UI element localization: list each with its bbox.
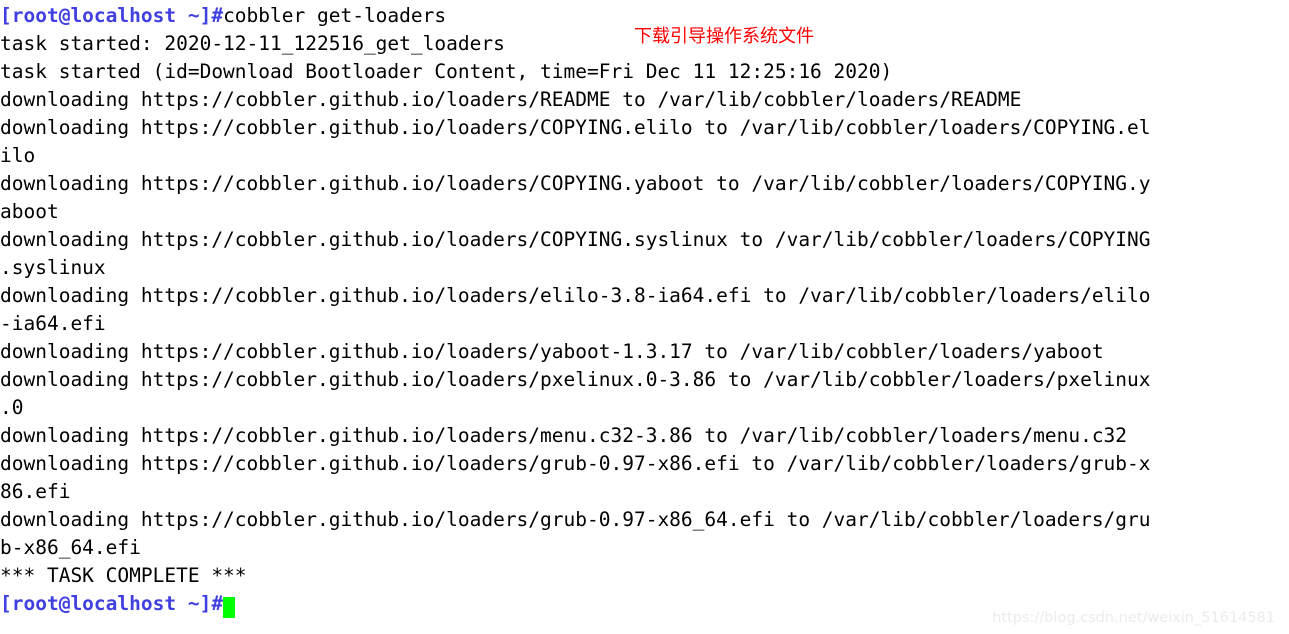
shell-prompt: [root@localhost ~]# (0, 4, 224, 27)
output-line: downloading https://cobbler.github.io/lo… (0, 340, 1104, 363)
output-line: downloading https://cobbler.github.io/lo… (0, 116, 1151, 139)
text-cursor (223, 597, 236, 618)
output-line: downloading https://cobbler.github.io/lo… (0, 228, 1151, 251)
output-line: b-x86_64.efi (0, 536, 141, 559)
output-line: .syslinux (0, 256, 106, 279)
output-line: .0 (0, 396, 24, 419)
output-line: task started (id=Download Bootloader Con… (0, 60, 893, 83)
output-line: aboot (0, 200, 59, 223)
typed-command: cobbler get-loaders (223, 4, 447, 27)
output-line: downloading https://cobbler.github.io/lo… (0, 424, 1128, 447)
output-line: ilo (0, 144, 36, 167)
output-line: downloading https://cobbler.github.io/lo… (0, 452, 1151, 475)
output-line: downloading https://cobbler.github.io/lo… (0, 368, 1151, 391)
output-line: downloading https://cobbler.github.io/lo… (0, 172, 1151, 195)
output-line: downloading https://cobbler.github.io/lo… (0, 284, 1151, 307)
task-complete-line: *** TASK COMPLETE *** (0, 564, 247, 587)
annotation-label: 下载引导操作系统文件 (634, 26, 814, 47)
terminal-output-area[interactable]: [root@localhost ~]#cobbler get-loaders t… (0, 2, 1289, 618)
output-line: downloading https://cobbler.github.io/lo… (0, 508, 1151, 531)
watermark-text: https://blog.csdn.net/weixin_51614581 (992, 610, 1275, 626)
output-line: 86.efi (0, 480, 71, 503)
output-line: -ia64.efi (0, 312, 106, 335)
output-line: downloading https://cobbler.github.io/lo… (0, 88, 1022, 111)
terminal-window[interactable]: [root@localhost ~]#cobbler get-loaders t… (0, 0, 1289, 634)
shell-prompt: [root@localhost ~]# (0, 592, 224, 615)
